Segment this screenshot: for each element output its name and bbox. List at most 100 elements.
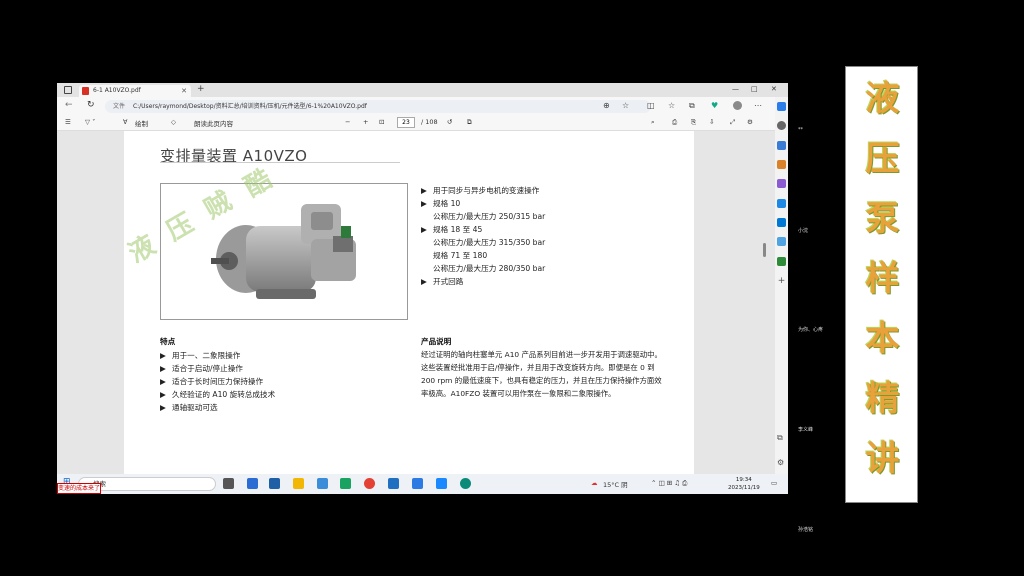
add-icon[interactable]: + (777, 277, 786, 286)
title-rule (160, 162, 400, 163)
clock-date: 2023/11/19 (728, 485, 760, 491)
banner-char: 样 (865, 259, 900, 299)
copilot-icon[interactable] (777, 102, 786, 111)
side-comment: ** (798, 127, 803, 133)
title-banner: 液 压 泵 样 本 精 讲 (845, 66, 918, 503)
tools-icon[interactable] (777, 160, 786, 169)
task-view-icon[interactable] (223, 478, 234, 489)
tab-pdf[interactable]: 6-1 A10VZO.pdf ✕ (79, 85, 191, 97)
side-comment: 为你、心疼 (798, 327, 824, 333)
overlay-tag: 变速的成本来了 (57, 483, 101, 494)
games-icon[interactable] (777, 179, 786, 188)
mail-icon[interactable] (269, 478, 280, 489)
widgets-icon[interactable] (247, 478, 258, 489)
app3-icon[interactable] (436, 478, 447, 489)
contents-icon[interactable]: ☰ (65, 118, 71, 126)
notification-icon[interactable]: ▭ (771, 479, 777, 487)
drop-icon[interactable] (777, 237, 786, 246)
wechat-icon[interactable] (340, 478, 351, 489)
browser-window: 6-1 A10VZO.pdf ✕ + — □ ✕ ← ↻ 文件 C:/Users… (57, 83, 788, 494)
description-heading: 产品说明 (421, 337, 452, 346)
tree-icon[interactable] (777, 257, 786, 266)
chrome-icon[interactable] (364, 478, 375, 489)
page-number-input[interactable]: 23 (397, 117, 415, 128)
maximize-icon[interactable]: □ (751, 85, 758, 93)
side-comment: 孙浩铭 (798, 527, 814, 533)
fit-page-icon[interactable]: ⊡ (379, 118, 384, 126)
back-icon[interactable]: ← (65, 100, 73, 110)
pdf-icon (82, 87, 89, 95)
spec-item: 公称压力/最大压力 250/315 bar (433, 212, 546, 221)
edge-sidebar: + ⧉ ⚙ (775, 97, 788, 474)
zoom-icon[interactable]: ⊕ (603, 101, 610, 110)
draw-icon[interactable]: ∀ (123, 118, 127, 126)
save-as-icon[interactable]: ⇩ (709, 118, 714, 126)
save-icon[interactable]: ⎘ (691, 118, 696, 127)
favorite-star-icon[interactable]: ☆ (622, 101, 629, 110)
window-menu-icon[interactable] (64, 86, 72, 94)
weather-icon: ☁ (591, 479, 598, 487)
collections-icon[interactable]: ⧉ (689, 101, 695, 111)
banner-char: 讲 (865, 439, 900, 479)
word-icon[interactable] (388, 478, 399, 489)
split-screen-icon[interactable]: ◫ (647, 101, 655, 110)
pdf-search-icon[interactable]: ⌕ (651, 118, 655, 127)
minimize-icon[interactable]: — (732, 85, 739, 93)
url-text: C:/Users/raymond/Desktop/资料汇总/培训资料/压机/元件… (132, 103, 367, 110)
pdf-viewer[interactable]: 变排量装置 A10VZO 液 压 贼 酷 ▶ 用于同步与异步电机的变速操作 ▶ … (57, 131, 775, 474)
print-icon[interactable]: ⎙ (672, 118, 677, 127)
edge-icon[interactable] (460, 478, 471, 489)
address-bar: ← ↻ 文件 C:/Users/raymond/Desktop/资料汇总/培训资… (57, 97, 788, 115)
clock[interactable]: 19:34 2023/11/19 (728, 476, 760, 492)
shopping-icon[interactable] (777, 141, 786, 150)
tab-bar: 6-1 A10VZO.pdf ✕ + — □ ✕ (57, 83, 788, 97)
rotate-icon[interactable]: ↺ (447, 118, 452, 126)
sidebar-settings-icon[interactable]: ⚙ (777, 458, 786, 467)
search-icon[interactable] (777, 121, 786, 130)
zoom-in-button[interactable]: + (363, 118, 368, 126)
spec-item: 公称压力/最大压力 315/350 bar (433, 238, 546, 247)
banner-char: 压 (865, 139, 900, 179)
office-icon[interactable] (777, 199, 786, 208)
tab-title: 6-1 A10VZO.pdf (93, 87, 141, 94)
filter-icon[interactable]: ▽ ˅ (85, 118, 95, 126)
new-tab-icon[interactable]: + (197, 84, 205, 94)
settings-icon[interactable]: ⚙ (747, 118, 753, 126)
banner-char: 精 (865, 379, 900, 419)
taskbar: ⊞ 搜索 ☁ 15°C 阴 ⌃ ◫ ⊞ ♫ ⎙ 19:34 2023/11/19… (57, 474, 788, 494)
more-menu-icon[interactable]: ⋯ (754, 101, 762, 110)
spec-item: ▶ 用于同步与异步电机的变速操作 (421, 186, 540, 195)
fullscreen-icon[interactable]: ⤢ (730, 118, 735, 127)
tab-close-icon[interactable]: ✕ (181, 85, 187, 97)
app2-icon[interactable] (412, 478, 423, 489)
watermark-char: 液 (123, 230, 162, 270)
spec-item: ▶ 规格 10 (421, 199, 461, 208)
profile-avatar-icon[interactable] (733, 101, 742, 110)
page-total: / 108 (421, 118, 438, 126)
feature-item: ▶ 久经验证的 A10 旋转总成技术 (160, 390, 276, 399)
page-view-icon[interactable]: ⧉ (467, 118, 472, 127)
side-comment: 李义峰 (798, 427, 814, 433)
banner-char: 泵 (865, 199, 900, 239)
weather-text[interactable]: 15°C 阴 (603, 479, 628, 489)
tray-icons[interactable]: ⌃ ◫ ⊞ ♫ ⎙ (651, 479, 687, 488)
side-comment: 小沈 (798, 228, 809, 234)
feedback-icon[interactable]: ⧉ (777, 433, 786, 442)
scrollbar-thumb[interactable] (763, 243, 766, 257)
url-field[interactable]: 文件 C:/Users/raymond/Desktop/资料汇总/培训资料/压机… (105, 100, 651, 113)
browser-essentials-icon[interactable]: ♥ (711, 101, 718, 110)
zoom-out-button[interactable]: − (345, 118, 350, 126)
file-explorer-icon[interactable] (293, 478, 304, 489)
eraser-icon[interactable]: ◇ (171, 118, 176, 126)
close-window-icon[interactable]: ✕ (771, 85, 777, 93)
pdf-toolbar: ☰ ▽ ˅ ∀ 绘制 ◇ 朗读此页内容 − + ⊡ 23 / 108 ↺ ⧉ ⌕… (57, 115, 775, 131)
feature-item: ▶ 通轴驱动可选 (160, 403, 218, 412)
pdf-page: 变排量装置 A10VZO 液 压 贼 酷 ▶ 用于同步与异步电机的变速操作 ▶ … (123, 131, 694, 474)
draw-label[interactable]: 绘制 (135, 118, 148, 128)
refresh-icon[interactable]: ↻ (87, 100, 95, 110)
favorites-icon[interactable]: ☆ (668, 101, 675, 110)
app-icon[interactable] (317, 478, 328, 489)
read-aloud-button[interactable]: 朗读此页内容 (194, 118, 233, 128)
outlook-icon[interactable] (777, 218, 786, 227)
pump-illustration (211, 204, 356, 299)
